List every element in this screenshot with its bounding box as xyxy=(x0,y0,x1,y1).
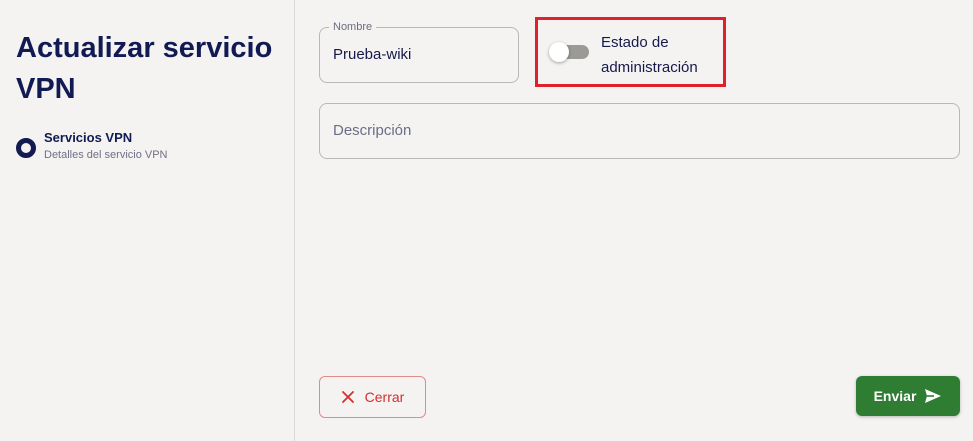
admin-state-switch[interactable] xyxy=(549,42,589,62)
description-field[interactable]: Descripción xyxy=(319,103,960,159)
sidebar: Actualizar servicio VPN Servicios VPN De… xyxy=(0,0,295,441)
step-vpn-services: Servicios VPN Detalles del servicio VPN xyxy=(16,130,168,163)
step-indicator-icon xyxy=(16,138,36,158)
admin-state-label: Estado de administración xyxy=(601,34,698,76)
send-button[interactable]: Enviar xyxy=(856,376,960,416)
close-button[interactable]: Cerrar xyxy=(319,376,426,418)
step-subtitle: Detalles del servicio VPN xyxy=(44,149,168,161)
close-icon xyxy=(341,390,355,404)
send-button-label: Enviar xyxy=(873,388,917,404)
page-title: Actualizar servicio VPN xyxy=(16,32,273,105)
name-field-value[interactable]: Prueba-wiki xyxy=(333,46,411,63)
name-field-label: Nombre xyxy=(329,20,377,34)
close-button-label: Cerrar xyxy=(364,389,405,405)
send-icon xyxy=(924,388,942,404)
step-title: Servicios VPN xyxy=(44,130,133,145)
description-placeholder: Descripción xyxy=(333,122,412,139)
step-text: Servicios VPN Detalles del servicio VPN xyxy=(44,130,168,163)
admin-state-highlight: Estado de administración xyxy=(535,17,726,87)
name-field[interactable]: Nombre Prueba-wiki xyxy=(319,20,519,83)
update-vpn-service-page: Actualizar servicio VPN Servicios VPN De… xyxy=(0,0,973,441)
switch-thumb[interactable] xyxy=(549,42,569,62)
